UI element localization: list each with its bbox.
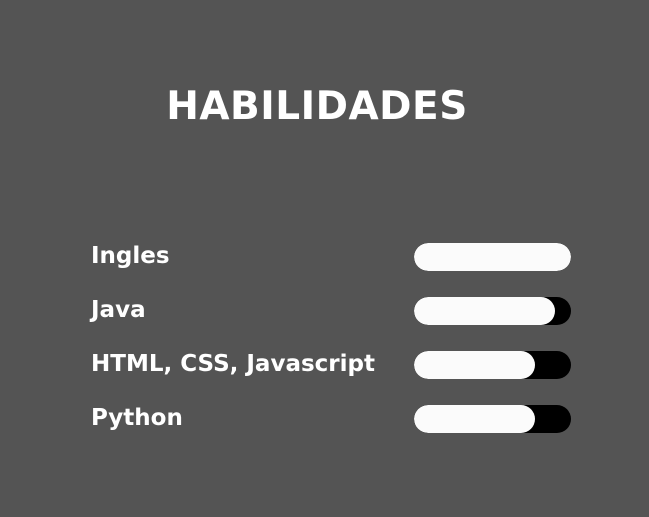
skill-progress-fill — [414, 297, 556, 325]
skill-progress-fill — [414, 351, 535, 379]
skill-progress-bar — [414, 297, 571, 325]
skill-row: Python — [91, 398, 571, 452]
skill-progress-bar — [414, 243, 571, 271]
skill-label: HTML, CSS, Javascript — [91, 351, 375, 377]
skill-label: Java — [91, 297, 146, 323]
page-title: HABILIDADES — [166, 84, 468, 129]
skill-progress-bar — [414, 405, 571, 433]
skill-progress-fill — [414, 243, 571, 271]
skill-label: Python — [91, 405, 183, 431]
skill-row: Java — [91, 290, 571, 344]
skill-row: Ingles — [91, 236, 571, 290]
skill-progress-fill — [414, 405, 535, 433]
skills-list: Ingles Java HTML, CSS, Javascript Python — [91, 236, 571, 452]
skill-row: HTML, CSS, Javascript — [91, 344, 571, 398]
skill-label: Ingles — [91, 243, 170, 269]
skill-progress-bar — [414, 351, 571, 379]
